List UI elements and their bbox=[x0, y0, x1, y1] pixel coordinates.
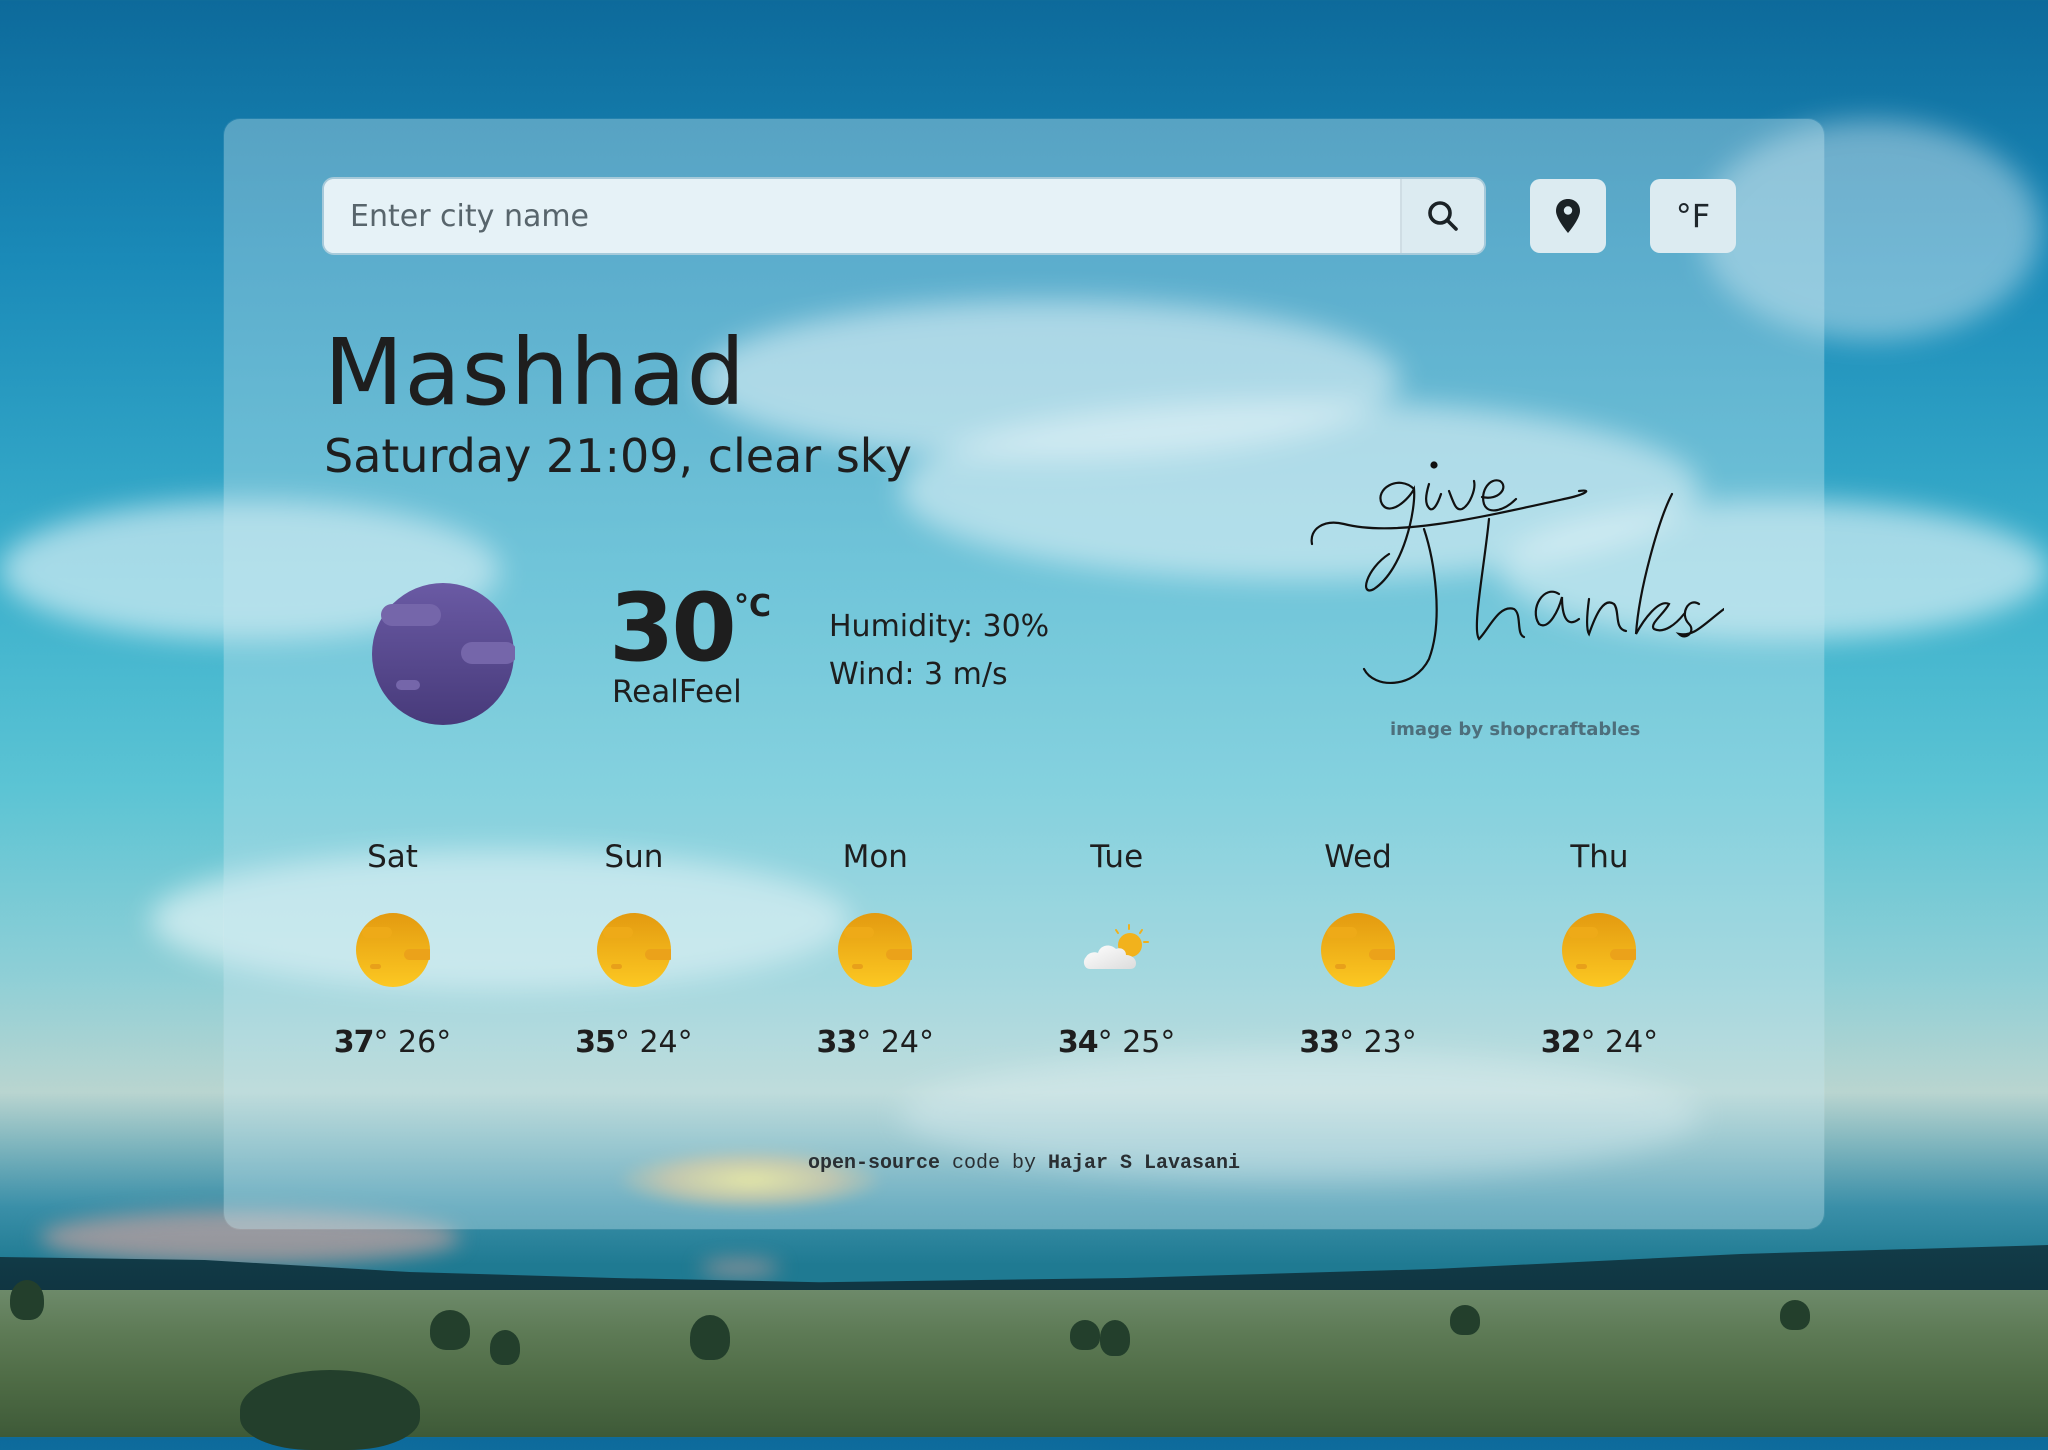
city-search-input[interactable] bbox=[324, 179, 1400, 253]
forecast-low: 24° bbox=[639, 1025, 693, 1060]
forecast-day-name: Sat bbox=[367, 839, 418, 875]
forecast-high: 32 bbox=[1540, 1025, 1582, 1060]
unit-toggle-button[interactable]: °F bbox=[1650, 179, 1736, 253]
forecast-low: 24° bbox=[1605, 1025, 1659, 1060]
forecast-high: 34 bbox=[1057, 1025, 1099, 1060]
current-location-button[interactable] bbox=[1530, 179, 1606, 253]
partly-cloudy-icon bbox=[1083, 924, 1149, 969]
forecast-temps: 34° 25° bbox=[1057, 1025, 1176, 1060]
forecast-high: 33 bbox=[816, 1025, 858, 1060]
humidity-value: Humidity: 30% bbox=[829, 609, 1050, 644]
wind-value: Wind: 3 m/s bbox=[829, 657, 1008, 692]
footer-credit: open-source code by Hajar S Lavasani bbox=[224, 1152, 1824, 1175]
sun-icon bbox=[355, 913, 430, 987]
forecast-row: Sat 37° 26° Sun 35° 24° Mon 33° 24° Tue … bbox=[272, 839, 1720, 1060]
forecast-day-name: Thu bbox=[1570, 839, 1629, 875]
forecast-day: Tue 34° 25° bbox=[996, 839, 1237, 1060]
unit-toggle-label: °F bbox=[1675, 197, 1711, 235]
sun-icon bbox=[838, 913, 913, 987]
forecast-high: 35 bbox=[575, 1025, 616, 1060]
forecast-low: 23° bbox=[1363, 1025, 1417, 1060]
forecast-day: Sat 37° 26° bbox=[272, 839, 513, 1060]
forecast-temps: 33° 24° bbox=[816, 1025, 935, 1060]
forecast-temps: 37° 26° bbox=[333, 1025, 452, 1060]
author-link[interactable]: Hajar S Lavasani bbox=[1048, 1152, 1240, 1175]
forecast-low: 24° bbox=[880, 1025, 935, 1060]
forecast-high: 33 bbox=[1299, 1025, 1340, 1060]
temperature-unit: °C bbox=[734, 589, 772, 624]
search-button[interactable] bbox=[1400, 179, 1484, 253]
clear-night-moon-icon bbox=[372, 583, 515, 725]
map-pin-icon bbox=[1556, 199, 1580, 233]
forecast-day-name: Sun bbox=[604, 839, 664, 875]
forecast-day: Mon 33° 24° bbox=[755, 839, 996, 1060]
forecast-day-name: Mon bbox=[842, 839, 908, 875]
city-name: Mashhad bbox=[324, 319, 747, 426]
search-icon bbox=[1428, 201, 1458, 231]
forecast-day-name: Wed bbox=[1324, 839, 1392, 875]
forecast-temps: 35° 24° bbox=[575, 1025, 693, 1060]
forecast-day: Sun 35° 24° bbox=[513, 839, 754, 1060]
forecast-temps: 32° 24° bbox=[1540, 1025, 1659, 1060]
realfeel-label: RealFeel bbox=[612, 674, 742, 710]
forecast-day-name: Tue bbox=[1090, 839, 1144, 875]
forecast-day: Thu 32° 24° bbox=[1479, 839, 1720, 1060]
search-bar bbox=[324, 179, 1484, 253]
forecast-temps: 33° 23° bbox=[1299, 1025, 1417, 1060]
sun-icon bbox=[1562, 913, 1637, 987]
forecast-low: 26° bbox=[398, 1025, 452, 1060]
open-source-link[interactable]: open-source bbox=[808, 1152, 940, 1175]
footer-text: code by bbox=[939, 1152, 1049, 1175]
weather-card: °F Mashhad Saturday 21:09, clear sky 30 … bbox=[224, 119, 1824, 1229]
image-credit: image by shopcraftables bbox=[1390, 719, 1641, 740]
forecast-high: 37 bbox=[333, 1025, 375, 1060]
forecast-day: Wed 33° 23° bbox=[1238, 839, 1479, 1060]
day-time-condition: Saturday 21:09, clear sky bbox=[324, 429, 913, 483]
forecast-low: 25° bbox=[1122, 1025, 1176, 1060]
sun-icon bbox=[596, 913, 671, 987]
sun-icon bbox=[1321, 913, 1396, 987]
current-temperature: 30 bbox=[609, 574, 737, 683]
